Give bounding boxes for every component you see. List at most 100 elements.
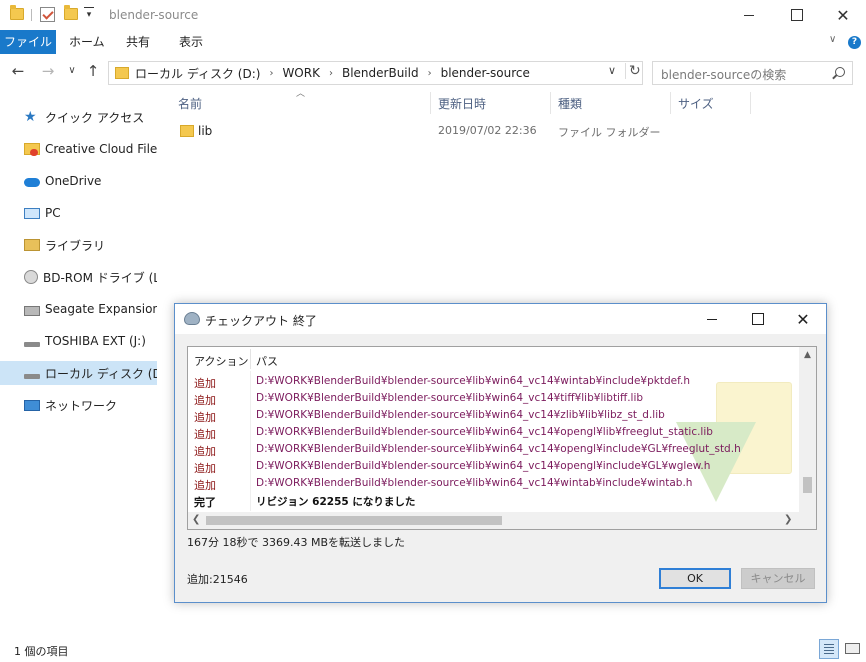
scroll-right-icon[interactable]: ❯	[784, 514, 792, 525]
sidebar-item-pc[interactable]: PC	[0, 201, 157, 225]
path-label: D:¥WORK¥BlenderBuild¥blender-source¥lib¥…	[256, 426, 713, 438]
scroll-thumb[interactable]	[803, 477, 812, 493]
tortoise-icon	[184, 312, 200, 325]
column-header-action[interactable]: アクション	[194, 353, 248, 369]
breadcrumb-item[interactable]: blender-source	[441, 66, 530, 80]
navigation-bar: ← → ∨ ↑ ローカル ディスク (D:) › WORK › BlenderB…	[0, 54, 866, 90]
vertical-scrollbar[interactable]: ▲	[799, 347, 816, 512]
file-row[interactable]: lib 2019/07/02 22:36 ファイル フォルダー	[166, 121, 666, 141]
sidebar-item-library[interactable]: ライブラリ	[0, 233, 157, 257]
sidebar-item-bd-rom[interactable]: BD-ROM ドライブ (L:) M	[0, 265, 157, 289]
navigation-pane: ★ クイック アクセス Creative Cloud Files OneDriv…	[0, 96, 157, 636]
ok-button[interactable]: OK	[659, 568, 731, 589]
customize-quick-access-icon[interactable]: ▾	[84, 7, 94, 21]
sidebar-item-label: PC	[45, 206, 61, 220]
sidebar-item-onedrive[interactable]: OneDrive	[0, 169, 157, 193]
path-label: D:¥WORK¥BlenderBuild¥blender-source¥lib¥…	[256, 392, 644, 404]
details-view-icon[interactable]	[819, 639, 839, 659]
network-icon	[24, 399, 40, 411]
forward-arrow-icon[interactable]: →	[38, 62, 58, 80]
library-icon	[24, 239, 40, 251]
dialog-close-button[interactable]: ✕	[780, 304, 826, 334]
column-header-path[interactable]: パス	[256, 353, 278, 369]
action-label: 追加	[194, 428, 216, 441]
dialog-minimize-button[interactable]	[689, 304, 735, 334]
properties-icon[interactable]	[40, 7, 55, 22]
list-item[interactable]: 完了 リビジョン 62255 になりました	[188, 493, 800, 510]
chevron-right-icon[interactable]: ›	[329, 68, 333, 79]
address-bar[interactable]: ローカル ディスク (D:) › WORK › BlenderBuild › b…	[108, 61, 643, 85]
minimize-button[interactable]	[726, 0, 772, 30]
sidebar-item-creative-cloud[interactable]: Creative Cloud Files	[0, 137, 157, 161]
status-item-count: 1 個の項目	[14, 645, 69, 658]
scroll-up-icon[interactable]: ▲	[799, 350, 816, 360]
column-divider[interactable]	[250, 349, 251, 369]
chevron-right-icon[interactable]: ›	[428, 68, 432, 79]
column-header-size[interactable]: サイズ	[678, 95, 714, 113]
column-divider[interactable]	[750, 92, 751, 114]
help-icon[interactable]: ?	[848, 36, 861, 49]
tab-file[interactable]: ファイル	[0, 30, 56, 54]
list-item[interactable]: 追加 D:¥WORK¥BlenderBuild¥blender-source¥l…	[188, 442, 800, 459]
dialog-maximize-button[interactable]	[735, 304, 781, 334]
column-header-name[interactable]: 名前	[178, 95, 202, 113]
sidebar-item-toshiba[interactable]: TOSHIBA EXT (J:)	[0, 329, 157, 353]
list-item[interactable]: 追加 D:¥WORK¥BlenderBuild¥blender-source¥l…	[188, 425, 800, 442]
new-folder-icon[interactable]	[64, 5, 78, 20]
sidebar-item-seagate[interactable]: Seagate Expansion Dr	[0, 297, 157, 321]
scroll-thumb[interactable]	[206, 516, 502, 525]
sidebar-item-quick-access[interactable]: ★ クイック アクセス	[0, 105, 157, 129]
list-item[interactable]: 追加 D:¥WORK¥BlenderBuild¥blender-source¥l…	[188, 459, 800, 476]
list-item[interactable]: 追加 D:¥WORK¥BlenderBuild¥blender-source¥l…	[188, 476, 800, 493]
transfer-summary: 167分 18秒で 3369.43 MBを転送しました	[187, 536, 406, 549]
sidebar-item-local-disk[interactable]: ローカル ディスク (D:)	[0, 361, 157, 385]
sidebar-item-network[interactable]: ネットワーク	[0, 393, 157, 417]
column-divider[interactable]	[430, 92, 431, 114]
tab-view[interactable]: 表示	[166, 30, 216, 54]
horizontal-scrollbar[interactable]: ❮ ❯	[188, 512, 816, 529]
action-list[interactable]: アクション パス 追加 D:¥WORK¥BlenderBuild¥blender…	[187, 346, 817, 530]
drive-icon	[24, 305, 40, 316]
recent-locations-icon[interactable]: ∨	[62, 65, 82, 76]
path-label: リビジョン 62255 になりました	[256, 496, 416, 508]
dialog-title-bar: チェックアウト 終了 ✕	[175, 304, 826, 334]
folder-icon	[10, 5, 24, 20]
search-box[interactable]: blender-sourceの検索	[652, 61, 853, 85]
chevron-right-icon[interactable]: ›	[269, 68, 273, 79]
tab-share[interactable]: 共有	[113, 30, 163, 54]
column-divider[interactable]	[550, 92, 551, 114]
list-item[interactable]: 追加 D:¥WORK¥BlenderBuild¥blender-source¥l…	[188, 408, 800, 425]
cloud-icon	[24, 178, 40, 187]
close-button[interactable]: ✕	[820, 0, 866, 30]
breadcrumb-item[interactable]: BlenderBuild	[342, 66, 419, 80]
search-icon	[835, 67, 845, 77]
column-divider[interactable]	[670, 92, 671, 114]
list-item[interactable]: 追加 D:¥WORK¥BlenderBuild¥blender-source¥l…	[188, 374, 800, 391]
disc-icon	[24, 270, 38, 284]
tab-home[interactable]: ホーム	[56, 30, 118, 54]
ribbon: ファイル ホーム 共有 表示 ∨ ?	[0, 30, 866, 54]
large-icons-view-icon[interactable]	[843, 639, 861, 657]
sidebar-item-label: OneDrive	[45, 174, 102, 188]
maximize-button[interactable]	[774, 0, 820, 30]
sidebar-item-label: ライブラリ	[45, 238, 106, 253]
drive-icon	[24, 373, 40, 379]
up-arrow-icon[interactable]: ↑	[83, 62, 103, 80]
refresh-icon[interactable]: ↻	[625, 63, 641, 79]
breadcrumb-item[interactable]: WORK	[282, 66, 320, 80]
chevron-down-icon[interactable]: ∨	[608, 64, 616, 77]
title-bar: ▾ blender-source ✕	[0, 0, 866, 30]
expand-ribbon-icon[interactable]: ∨	[829, 34, 836, 45]
cancel-button[interactable]: キャンセル	[741, 568, 815, 589]
back-arrow-icon[interactable]: ←	[8, 62, 28, 80]
breadcrumb-item[interactable]: ローカル ディスク (D:)	[135, 65, 260, 82]
path-label: D:¥WORK¥BlenderBuild¥blender-source¥lib¥…	[256, 477, 693, 489]
search-input[interactable]: blender-sourceの検索	[661, 66, 786, 83]
scroll-left-icon[interactable]: ❮	[192, 514, 200, 525]
column-header-type[interactable]: 種類	[558, 95, 582, 113]
sidebar-item-label: Creative Cloud Files	[45, 142, 157, 156]
column-header-modified[interactable]: 更新日時	[438, 95, 486, 113]
list-item[interactable]: 追加 D:¥WORK¥BlenderBuild¥blender-source¥l…	[188, 391, 800, 408]
sort-ascending-icon: ︿	[296, 89, 306, 99]
action-label: 追加	[194, 394, 216, 407]
